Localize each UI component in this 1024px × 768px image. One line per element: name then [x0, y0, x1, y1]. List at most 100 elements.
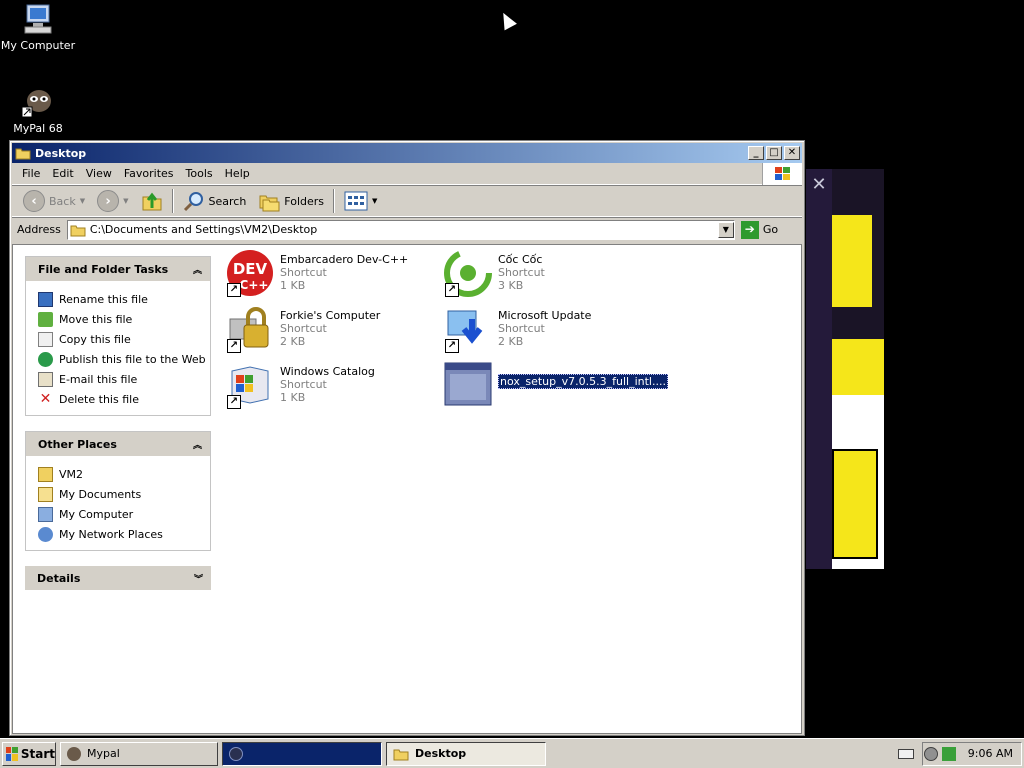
place-label: VM2 [59, 467, 84, 481]
clock[interactable]: 9:06 AM [968, 747, 1013, 760]
forward-button[interactable]: › ▼ [91, 190, 134, 212]
menu-help[interactable]: Help [221, 167, 258, 180]
menu-file[interactable]: File [18, 167, 48, 180]
search-button[interactable]: Search [177, 190, 253, 212]
toolbar-separator [333, 189, 336, 213]
views-icon [344, 191, 368, 211]
my-computer-icon [21, 2, 55, 36]
task-publish[interactable]: Publish this file to the Web [38, 349, 210, 369]
task-label: Rename this file [59, 292, 148, 306]
shortcut-arrow-icon: ↗ [227, 283, 241, 297]
search-label: Search [208, 194, 247, 208]
toolbar-separator [171, 189, 174, 213]
folder-icon [70, 225, 86, 236]
taskbar-button-mypal[interactable]: Mypal [60, 741, 218, 766]
place-label: My Documents [59, 487, 142, 501]
place-my-network-places[interactable]: My Network Places [38, 524, 210, 544]
taskbar-button-desktop[interactable]: Desktop [386, 741, 546, 766]
task-copy[interactable]: Copy this file [38, 329, 210, 349]
collapse-chevron-icon[interactable]: ︽ [193, 263, 202, 276]
background-ad-panel [832, 169, 884, 569]
tray-update-icon[interactable] [923, 746, 938, 761]
menu-view[interactable]: View [82, 167, 120, 180]
place-my-computer[interactable]: My Computer [38, 504, 210, 524]
file-size: 1 KB [280, 279, 306, 292]
maximize-button[interactable]: □ [766, 146, 782, 160]
folders-icon [259, 195, 280, 212]
place-label: My Network Places [59, 527, 163, 541]
menu-tools[interactable]: Tools [182, 167, 221, 180]
task-delete[interactable]: ✕ Delete this file [38, 389, 210, 409]
pane-header[interactable]: Details ︾ [25, 566, 211, 590]
shortcut-arrow-icon: ↗ [227, 339, 241, 353]
collapse-chevron-icon[interactable]: ︽ [193, 438, 202, 451]
details-pane: Details ︾ [25, 566, 211, 590]
file-view[interactable]: File and Folder Tasks ︽ Rename this file… [12, 244, 802, 734]
rename-icon [38, 291, 53, 307]
pane-header[interactable]: Other Places ︽ [26, 432, 210, 456]
start-button[interactable]: Start [2, 741, 56, 766]
file-item[interactable]: ↗ Microsoft Update Shortcut 2 KB [444, 305, 654, 357]
file-item[interactable]: ↗ Cốc Cốc Shortcut 3 KB [444, 249, 654, 301]
file-name-selected[interactable]: nox_setup_v7.0.5.3_full_intl.... [498, 374, 668, 389]
my-computer-icon [38, 506, 53, 522]
chevron-down-icon[interactable]: ▼ [372, 197, 377, 205]
file-item[interactable]: DEV C++ ↗ Embarcadero Dev-C++ Shortcut 1 KB [226, 249, 436, 301]
pane-header[interactable]: File and Folder Tasks ︽ [26, 257, 210, 281]
expand-chevron-icon[interactable]: ︾ [194, 572, 203, 585]
tray-network-icon[interactable] [941, 746, 956, 761]
chevron-down-icon[interactable]: ▼ [80, 197, 85, 205]
nox-icon [229, 746, 243, 761]
minimize-button[interactable]: _ [748, 146, 764, 160]
delete-icon: ✕ [39, 390, 52, 407]
views-button[interactable]: ▼ [338, 191, 383, 211]
file-type: Shortcut [280, 266, 327, 279]
pane-title: Details [37, 571, 81, 585]
task-move[interactable]: Move this file [38, 309, 210, 329]
svg-text:DEV: DEV [233, 260, 268, 278]
devcpp-icon: DEV C++ ↗ [226, 249, 274, 297]
window-title: Desktop [35, 146, 87, 160]
place-vm2[interactable]: VM2 [38, 464, 210, 484]
menu-favorites[interactable]: Favorites [120, 167, 182, 180]
menu-edit[interactable]: Edit [48, 167, 81, 180]
file-item[interactable]: ↗ Windows Catalog Shortcut 1 KB [226, 361, 436, 413]
desktop-icon-my-computer[interactable]: My Computer [0, 2, 78, 52]
address-dropdown-button[interactable]: ▼ [717, 221, 734, 238]
folder-up-icon [142, 192, 161, 211]
close-icon[interactable]: ✕ [806, 169, 832, 201]
keyboard-icon[interactable] [898, 748, 914, 759]
chevron-down-icon[interactable]: ▼ [123, 197, 128, 205]
task-label: E-mail this file [59, 372, 138, 386]
back-button[interactable]: ‹ Back ▼ [17, 190, 91, 212]
task-email[interactable]: E-mail this file [38, 369, 210, 389]
background-window[interactable] [806, 169, 832, 569]
file-size: 2 KB [498, 335, 524, 348]
folder-icon [15, 148, 31, 160]
taskbar-button-nox[interactable] [222, 741, 382, 766]
file-item-selected[interactable]: nox_setup_v7.0.5.3_full_intl.... [444, 361, 704, 413]
explorer-window[interactable]: Desktop _ □ ✕ File Edit View Favorites T… [9, 140, 805, 736]
file-item[interactable]: ↗ Forkie's Computer Shortcut 2 KB [226, 305, 436, 357]
other-places-pane: Other Places ︽ VM2 My Documents My Compu… [25, 431, 211, 551]
windows-flag-icon [6, 746, 18, 761]
file-size: 1 KB [280, 391, 306, 404]
desktop-icon-mypal[interactable]: MyPal 68 [0, 85, 78, 135]
file-name: Cốc Cốc [498, 253, 543, 266]
start-label: Start [20, 746, 55, 761]
task-rename[interactable]: Rename this file [38, 289, 210, 309]
title-bar[interactable]: Desktop _ □ ✕ [12, 143, 802, 163]
pane-title: File and Folder Tasks [38, 262, 169, 276]
go-button[interactable]: ➔ Go [740, 220, 778, 239]
close-button[interactable]: ✕ [784, 146, 800, 160]
up-button[interactable] [135, 190, 169, 212]
folders-button[interactable]: Folders [252, 190, 330, 212]
place-my-documents[interactable]: My Documents [38, 484, 210, 504]
file-type: Shortcut [280, 322, 327, 335]
address-input[interactable]: C:\Documents and Settings\VM2\Desktop ▼ [66, 219, 735, 240]
desktop-icon-label: My Computer [0, 39, 76, 52]
address-label: Address [17, 223, 61, 236]
file-name: Microsoft Update [498, 309, 592, 322]
pane-title: Other Places [38, 437, 117, 451]
forward-arrow-icon: › [97, 190, 120, 212]
